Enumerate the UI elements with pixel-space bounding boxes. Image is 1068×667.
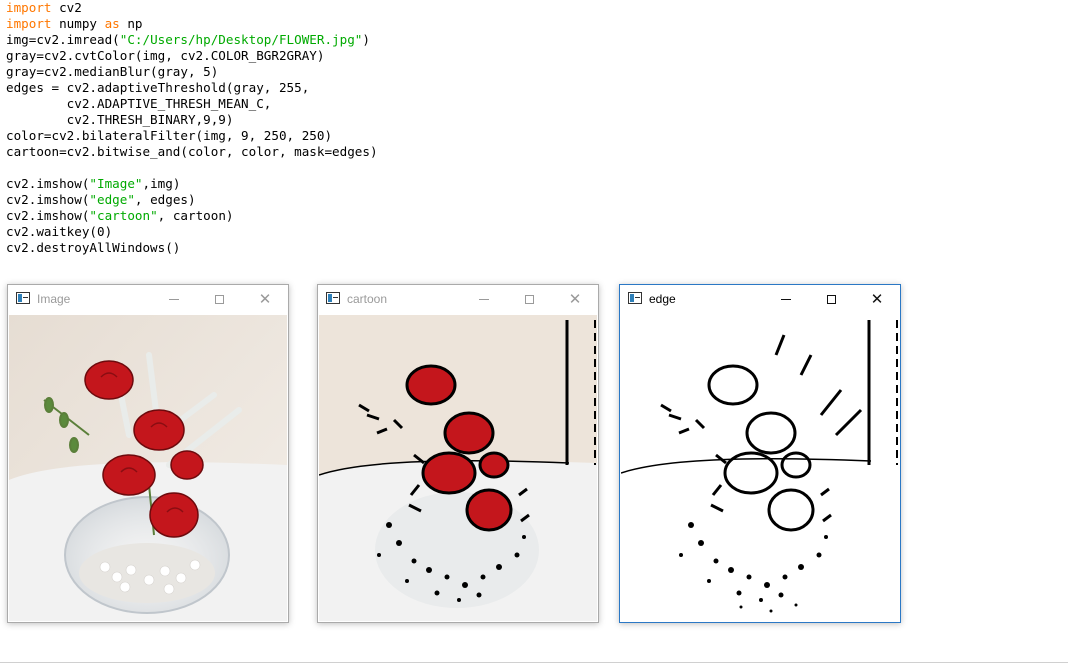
code-line[interactable]: cv2.imshow("cartoon", cartoon) <box>6 208 378 224</box>
code-text: gray=cv2.cvtColor(img, cv2.COLOR_BGR2GRA… <box>6 48 325 63</box>
code-text: cv2.destroyAllWindows() <box>6 240 181 255</box>
code-keyword: import <box>6 16 52 31</box>
code-string: "C:/Users/hp/Desktop/FLOWER.jpg" <box>119 32 363 47</box>
app-icon <box>628 292 642 304</box>
code-text: cv2.imshow( <box>6 208 90 223</box>
cartoon-image <box>319 315 597 621</box>
image-canvas <box>9 315 287 621</box>
code-text: ,img) <box>142 176 181 191</box>
code-text: , edges) <box>134 192 196 207</box>
close-button[interactable]: ✕ <box>553 285 597 314</box>
code-text: numpy <box>51 16 105 31</box>
code-text: cv2.waitkey(0) <box>6 224 113 239</box>
code-line[interactable]: cv2.imshow("edge", edges) <box>6 192 378 208</box>
code-line[interactable]: edges = cv2.adaptiveThreshold(gray, 255, <box>6 80 378 96</box>
code-text: , cartoon) <box>157 208 234 223</box>
close-icon: ✕ <box>568 290 582 308</box>
code-string: "cartoon" <box>89 208 158 223</box>
code-text: cv2.THRESH_BINARY,9,9) <box>6 112 234 127</box>
code-string: "edge" <box>89 192 135 207</box>
edge-window-title: edge <box>649 292 676 306</box>
code-line[interactable]: cartoon=cv2.bitwise_and(color, color, ma… <box>6 144 378 160</box>
image-window-title: Image <box>37 292 71 306</box>
edge-window[interactable]: edge ✕ <box>619 284 901 623</box>
edge-window-titlebar[interactable]: edge ✕ <box>620 285 900 314</box>
maximize-button[interactable] <box>809 285 853 314</box>
minimize-button[interactable] <box>462 285 506 314</box>
code-text: cv2 <box>51 0 82 15</box>
code-text: edges = cv2.adaptiveThreshold(gray, 255, <box>6 80 310 95</box>
flower-photo <box>9 315 287 621</box>
code-text: color=cv2.bilateralFilter(img, 9, 250, 2… <box>6 128 333 143</box>
cartoon-canvas <box>319 315 597 621</box>
maximize-icon <box>214 295 224 304</box>
minimize-icon <box>479 299 489 300</box>
code-line[interactable] <box>6 160 378 176</box>
minimize-button[interactable] <box>764 285 808 314</box>
maximize-icon <box>826 295 836 304</box>
maximize-button[interactable] <box>507 285 551 314</box>
edge-image <box>621 315 899 621</box>
code-string: "Image" <box>89 176 143 191</box>
code-line[interactable]: color=cv2.bilateralFilter(img, 9, 250, 2… <box>6 128 378 144</box>
cartoon-window-title: cartoon <box>347 292 388 306</box>
image-window[interactable]: Image ✕ <box>7 284 289 623</box>
app-icon <box>16 292 30 304</box>
code-text: ) <box>362 32 370 47</box>
code-line[interactable]: cv2.THRESH_BINARY,9,9) <box>6 112 378 128</box>
code-line[interactable]: gray=cv2.cvtColor(img, cv2.COLOR_BGR2GRA… <box>6 48 378 64</box>
code-text: cv2.imshow( <box>6 176 90 191</box>
code-text: np <box>119 16 143 31</box>
app-icon <box>326 292 340 304</box>
close-button[interactable]: ✕ <box>855 285 899 314</box>
code-editor[interactable]: import cv2 import numpy as np img=cv2.imre… <box>6 0 378 256</box>
edge-canvas <box>621 315 899 621</box>
image-window-titlebar[interactable]: Image ✕ <box>8 285 288 314</box>
code-line[interactable]: cv2.destroyAllWindows() <box>6 240 378 256</box>
code-line[interactable]: cv2.waitkey(0) <box>6 224 378 240</box>
maximize-icon <box>524 295 534 304</box>
minimize-icon <box>169 299 179 300</box>
code-keyword: as <box>104 16 120 31</box>
cartoon-window[interactable]: cartoon ✕ <box>317 284 599 623</box>
code-line[interactable]: cv2.ADAPTIVE_THRESH_MEAN_C, <box>6 96 378 112</box>
code-text: img=cv2.imread( <box>6 32 120 47</box>
code-line[interactable]: cv2.imshow("Image",img) <box>6 176 378 192</box>
close-icon: ✕ <box>258 290 272 308</box>
code-line[interactable]: import cv2 <box>6 0 378 16</box>
code-text: cv2.imshow( <box>6 192 90 207</box>
code-keyword: import <box>6 0 52 15</box>
maximize-button[interactable] <box>197 285 241 314</box>
code-line[interactable]: img=cv2.imread("C:/Users/hp/Desktop/FLOW… <box>6 32 378 48</box>
editor-bottom-border <box>0 662 1068 663</box>
code-text: cv2.ADAPTIVE_THRESH_MEAN_C, <box>6 96 272 111</box>
cartoon-window-titlebar[interactable]: cartoon ✕ <box>318 285 598 314</box>
close-icon: ✕ <box>870 290 884 308</box>
code-line[interactable]: import numpy as np <box>6 16 378 32</box>
code-text: cartoon=cv2.bitwise_and(color, color, ma… <box>6 144 378 159</box>
minimize-button[interactable] <box>152 285 196 314</box>
code-line[interactable]: gray=cv2.medianBlur(gray, 5) <box>6 64 378 80</box>
code-text: gray=cv2.medianBlur(gray, 5) <box>6 64 219 79</box>
close-button[interactable]: ✕ <box>243 285 287 314</box>
minimize-icon <box>781 299 791 300</box>
